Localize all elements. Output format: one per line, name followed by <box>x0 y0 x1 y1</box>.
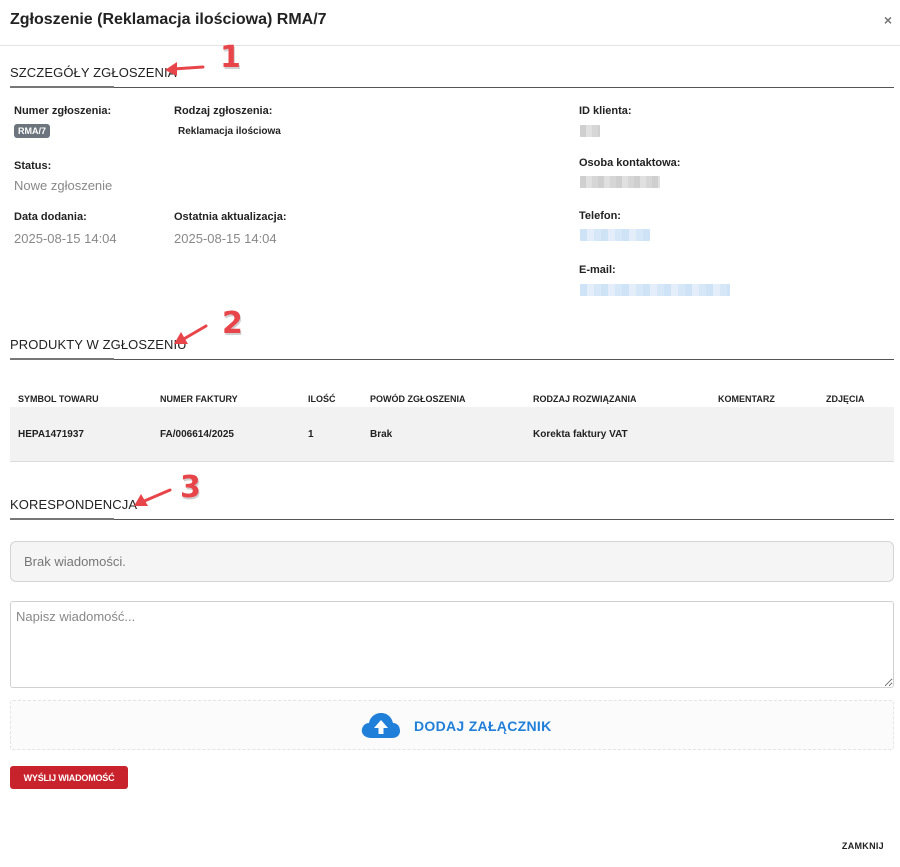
correspondence-heading: KORESPONDENCJA <box>10 497 138 512</box>
email-label: E-mail: <box>579 264 616 276</box>
arrow-left-icon <box>165 62 205 76</box>
arrow-left-icon <box>174 324 208 344</box>
cell-quantity: 1 <box>308 429 314 440</box>
last-update-label: Ostatnia aktualizacja: <box>174 211 287 223</box>
cell-invoice: FA/006614/2025 <box>160 429 234 440</box>
message-input[interactable] <box>10 601 894 688</box>
cloud-upload-icon <box>361 713 400 738</box>
annotation-number-2: 2 <box>222 306 243 341</box>
close-icon[interactable]: × <box>884 12 892 28</box>
last-update-value: 2025-08-15 14:04 <box>174 231 277 246</box>
ticket-type-value: Reklamacja ilościowa <box>178 126 281 137</box>
client-id-redacted <box>580 125 600 137</box>
status-value: Nowe zgłoszenie <box>14 178 113 193</box>
cell-symbol: HEPA1471937 <box>18 429 84 440</box>
client-id-label: ID klienta: <box>579 105 632 117</box>
annotation-number-1: 1 <box>220 40 241 75</box>
phone-label: Telefon: <box>579 210 621 222</box>
table-row: HEPA1471937 FA/006614/2025 1 Brak Korekt… <box>10 407 894 462</box>
add-attachment-button[interactable]: DODAJ ZAŁĄCZNIK <box>10 700 894 750</box>
column-header-photos: ZDJĘCIA <box>826 394 865 404</box>
email-redacted <box>580 284 730 296</box>
column-header-reason: POWÓD ZGŁOSZENIA <box>370 394 466 404</box>
attachment-content: DODAJ ZAŁĄCZNIK <box>361 711 551 741</box>
modal-title: Zgłoszenie (Reklamacja ilościowa) RMA/7 <box>10 11 327 28</box>
close-button[interactable]: ZAMKNIJ <box>842 841 884 851</box>
products-heading: PRODUKTY W ZGŁOSZENIU <box>10 337 187 352</box>
modal-header: Zgłoszenie (Reklamacja ilościowa) RMA/7 … <box>0 0 900 46</box>
details-heading: SZCZEGÓŁY ZGŁOSZENIA <box>10 65 177 80</box>
date-added-label: Data dodania: <box>14 211 87 223</box>
no-messages-box: Brak wiadomości. <box>10 541 894 582</box>
ticket-number-label: Numer zgłoszenia: <box>14 105 112 117</box>
date-added-value: 2025-08-15 14:04 <box>14 231 117 246</box>
cell-resolution: Korekta faktury VAT <box>533 429 628 440</box>
products-divider <box>10 358 894 360</box>
ticket-type-label: Rodzaj zgłoszenia: <box>174 105 273 117</box>
ticket-number-badge: RMA/7 <box>14 124 51 138</box>
correspondence-divider <box>10 518 894 520</box>
column-header-quantity: ILOŚĆ <box>308 394 336 404</box>
column-header-comment: KOMENTARZ <box>718 394 775 404</box>
status-label: Status: <box>14 160 52 172</box>
contact-person-redacted <box>580 176 660 188</box>
column-header-resolution: RODZAJ ROZWIĄZANIA <box>533 394 637 404</box>
send-message-button[interactable]: WYŚLIJ WIADOMOŚĆ <box>10 766 128 789</box>
phone-redacted <box>580 229 650 241</box>
details-divider <box>10 86 894 88</box>
column-header-invoice: NUMER FAKTURY <box>160 394 238 404</box>
contact-person-label: Osoba kontaktowa: <box>579 157 681 169</box>
add-attachment-label: DODAJ ZAŁĄCZNIK <box>414 718 552 734</box>
arrow-left-icon <box>134 488 172 506</box>
annotation-number-3: 3 <box>180 470 201 505</box>
cell-reason: Brak <box>370 429 393 440</box>
column-header-symbol: SYMBOL TOWARU <box>18 394 99 404</box>
